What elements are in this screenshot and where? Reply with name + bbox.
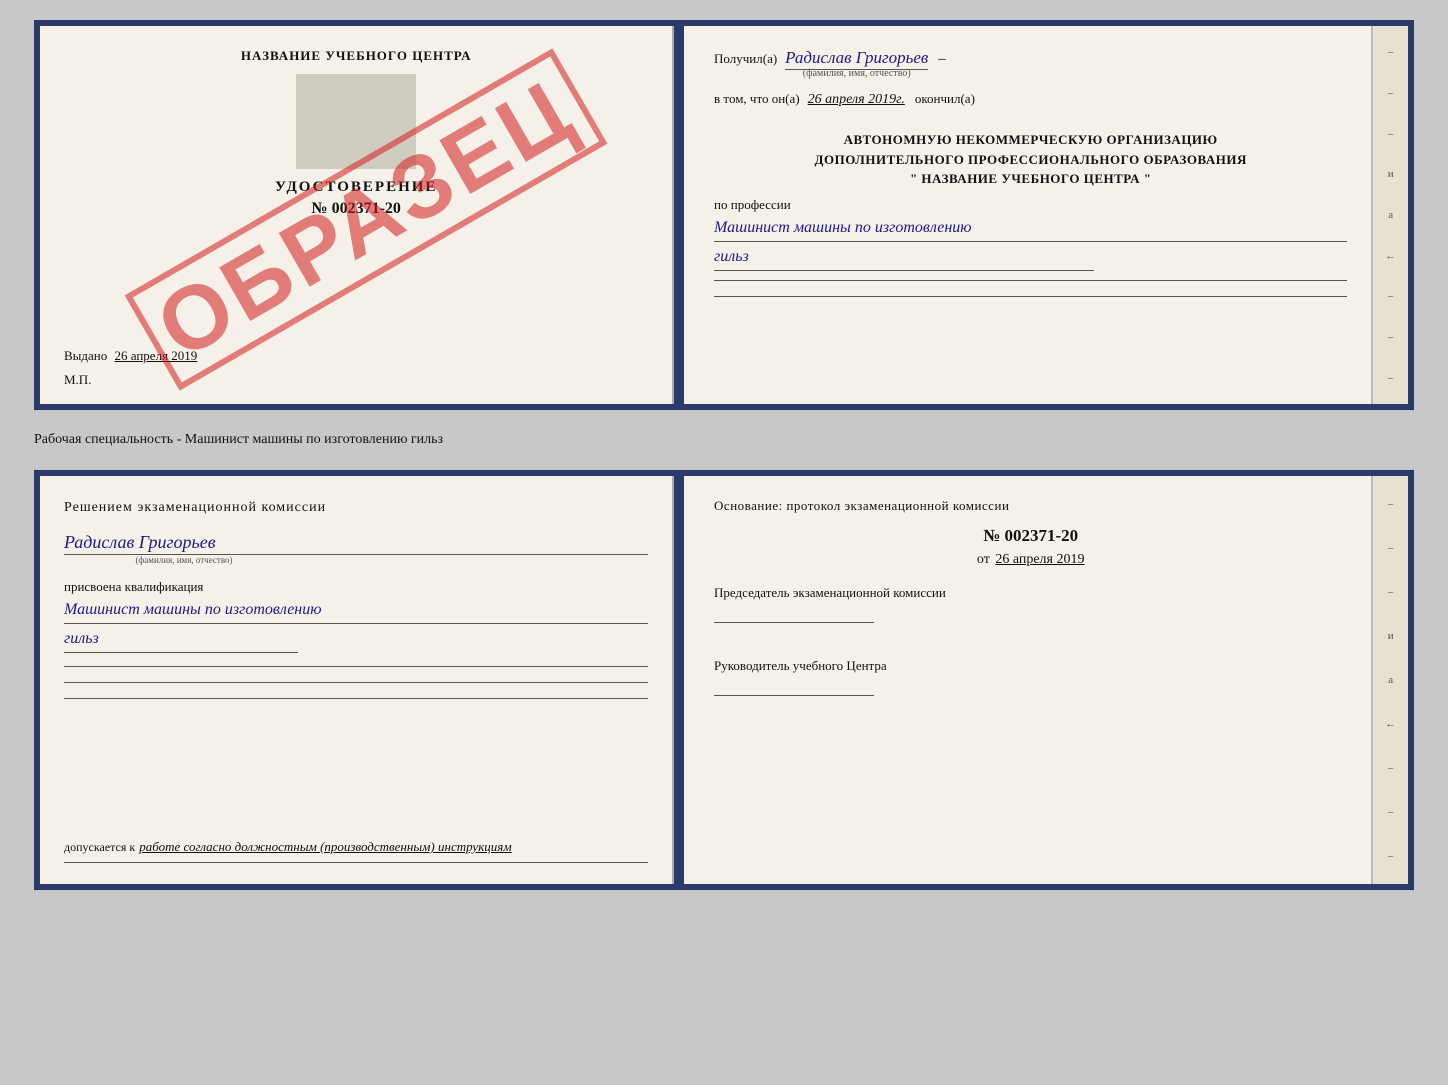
- top-school-title: НАЗВАНИЕ УЧЕБНОГО ЦЕНТРА: [64, 48, 648, 64]
- protocol-date-value: 26 апреля 2019: [995, 552, 1084, 567]
- allowed-label: допускается к: [64, 830, 135, 854]
- received-name-value: Радислав Григорьев: [785, 48, 928, 70]
- org-block: АВТОНОМНУЮ НЕКОММЕРЧЕСКУЮ ОРГАНИЗАЦИЮ ДО…: [714, 130, 1347, 189]
- separator-label: Рабочая специальность - Машинист машины …: [34, 428, 1414, 452]
- center-spine-bottom: [674, 476, 684, 884]
- finished-label: окончил(а): [915, 91, 975, 107]
- bl-line4: [64, 862, 648, 863]
- issued-line: Выдано 26 апреля 2019: [64, 348, 648, 364]
- mp-label: М.П.: [64, 372, 648, 388]
- profession-label: по профессии: [714, 197, 1347, 213]
- date-row: в том, что он(а) 26 апреля 2019г. окончи…: [714, 91, 1347, 108]
- profession-line1: Машинист машины по изготовлению: [714, 217, 1347, 242]
- bottom-name-subtext: (фамилия, имя, отчество): [64, 555, 304, 565]
- date-prefix: от: [977, 552, 990, 567]
- issued-label: Выдано: [64, 348, 107, 363]
- line2: [714, 296, 1347, 297]
- protocol-date: от 26 апреля 2019: [714, 552, 1347, 568]
- received-name-subtext: (фамилия, имя, отчество): [785, 68, 928, 79]
- allowed-value: работе согласно должностным (производств…: [139, 839, 511, 854]
- received-row: Получил(а) Радислав Григорьев (фамилия, …: [714, 48, 1347, 79]
- line1: [714, 280, 1347, 281]
- bottom-left-panel: Решением экзаменационной комиссии Радисл…: [40, 476, 674, 884]
- protocol-number: № 002371-20: [714, 526, 1347, 546]
- head-signature-line: [714, 695, 874, 696]
- bottom-person-name: Радислав Григорьев: [64, 532, 648, 555]
- right-spine-bottom: – – – и а ← – – –: [1371, 476, 1408, 884]
- in-that-label: в том, что он(а): [714, 91, 800, 107]
- right-spine-top: – – – и а ← – – –: [1371, 26, 1408, 404]
- osnov-label: Основание: протокол экзаменационной коми…: [714, 498, 1347, 514]
- top-document: НАЗВАНИЕ УЧЕБНОГО ЦЕНТРА УДОСТОВЕРЕНИЕ №…: [34, 20, 1414, 410]
- date-value: 26 апреля 2019г.: [808, 92, 905, 108]
- org-line1: АВТОНОМНУЮ НЕКОММЕРЧЕСКУЮ ОРГАНИЗАЦИЮ: [714, 130, 1347, 150]
- assigned-label: присвоена квалификация: [64, 579, 648, 595]
- chairman-label: Председатель экзаменационной комиссии: [714, 584, 1347, 602]
- top-left-panel: НАЗВАНИЕ УЧЕБНОГО ЦЕНТРА УДОСТОВЕРЕНИЕ №…: [40, 26, 674, 404]
- center-spine: [674, 26, 684, 404]
- qual-line2: гильз: [64, 628, 298, 653]
- bl-line3: [64, 698, 648, 699]
- profession-line2: гильз: [714, 246, 1094, 271]
- top-right-panel: Получил(а) Радислав Григорьев (фамилия, …: [684, 26, 1371, 404]
- head-label: Руководитель учебного Центра: [714, 657, 1347, 675]
- org-line2: ДОПОЛНИТЕЛЬНОГО ПРОФЕССИОНАЛЬНОГО ОБРАЗО…: [714, 150, 1347, 170]
- bottom-title: Решением экзаменационной комиссии: [64, 498, 648, 518]
- bl-line2: [64, 682, 648, 683]
- org-line3: " НАЗВАНИЕ УЧЕБНОГО ЦЕНТРА ": [714, 169, 1347, 189]
- cert-label: УДОСТОВЕРЕНИЕ: [64, 179, 648, 196]
- head-block: Руководитель учебного Центра: [714, 657, 1347, 696]
- cert-number: № 002371-20: [64, 200, 648, 218]
- received-label: Получил(а): [714, 51, 777, 67]
- chairman-block: Председатель экзаменационной комиссии: [714, 584, 1347, 623]
- chairman-signature-line: [714, 622, 874, 623]
- bl-line1: [64, 666, 648, 667]
- photo-area: [296, 74, 416, 169]
- qual-line1: Машинист машины по изготовлению: [64, 599, 648, 624]
- issued-date: 26 апреля 2019: [115, 348, 198, 363]
- bottom-right-panel: Основание: протокол экзаменационной коми…: [684, 476, 1371, 884]
- bottom-document: Решением экзаменационной комиссии Радисл…: [34, 470, 1414, 890]
